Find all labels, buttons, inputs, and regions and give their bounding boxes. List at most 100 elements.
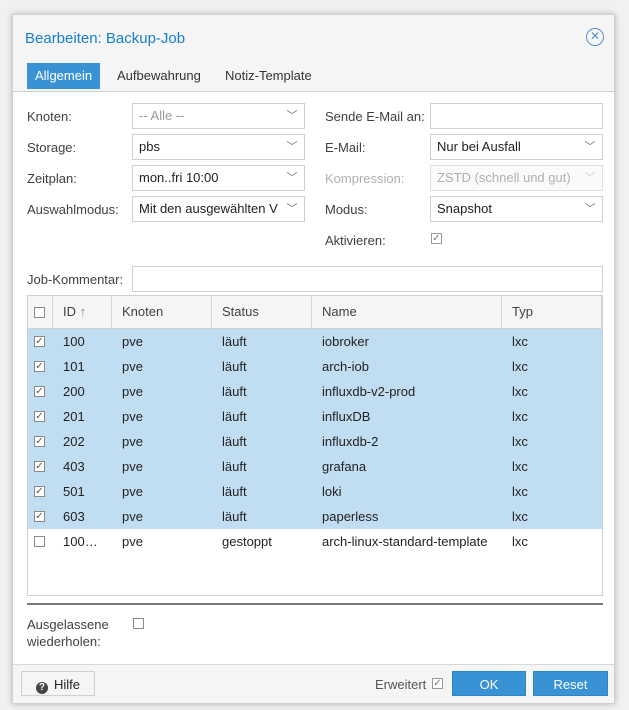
header-select-all-cell	[28, 296, 53, 328]
row-checkbox[interactable]	[34, 536, 45, 547]
cell-status: läuft	[222, 434, 247, 449]
grid-header: ID ↑ Knoten Status Name Typ	[28, 296, 602, 329]
selection-mode-label: Auswahlmodus:	[27, 202, 119, 217]
chevron-down-icon: ﹀	[578, 166, 602, 190]
cell-id: 100	[63, 334, 85, 349]
table-row[interactable]: ✓ 603 pve läuft paperless lxc	[28, 504, 602, 529]
cell-node: pve	[122, 384, 143, 399]
cell-id: 200	[63, 384, 85, 399]
cell-id: 202	[63, 434, 85, 449]
compression-select-value: ZSTD (schnell und gut)	[437, 170, 571, 185]
cell-name: grafana	[322, 459, 367, 474]
mode-select[interactable]: Snapshot ﹀	[430, 196, 603, 222]
section-divider	[27, 603, 603, 605]
cell-status: läuft	[222, 484, 247, 499]
tab-allgemein[interactable]: Allgemein	[27, 63, 101, 89]
ok-button[interactable]: OK	[452, 671, 526, 696]
column-header-node[interactable]: Knoten	[112, 296, 212, 328]
repeat-missed-label-line2: wiederholen:	[27, 634, 101, 649]
mode-select-value: Snapshot	[437, 201, 492, 216]
table-row[interactable]: ✓ 201 pve läuft influxDB lxc	[28, 404, 602, 429]
cell-type: lxc	[512, 359, 528, 374]
mode-label: Modus:	[325, 202, 368, 217]
sort-asc-icon: ↑	[79, 304, 87, 319]
cell-name: iobroker	[322, 334, 369, 349]
reset-button[interactable]: Reset	[533, 671, 608, 696]
tab-aufbewahrung[interactable]: Aufbewahrung	[109, 63, 209, 89]
row-checkbox[interactable]: ✓	[34, 361, 45, 372]
email-select-value: Nur bei Ausfall	[437, 139, 521, 154]
column-header-type[interactable]: Typ	[502, 296, 602, 328]
cell-node: pve	[122, 459, 143, 474]
column-header-status[interactable]: Status	[212, 296, 312, 328]
row-checkbox[interactable]: ✓	[34, 386, 45, 397]
chevron-down-icon[interactable]: ﹀	[280, 104, 304, 128]
row-checkbox[interactable]: ✓	[34, 511, 45, 522]
compression-select: ZSTD (schnell und gut) ﹀	[430, 165, 603, 191]
schedule-select-value: mon..fri 10:00	[139, 170, 219, 185]
cell-node: pve	[122, 509, 143, 524]
column-header-id[interactable]: ID ↑	[53, 296, 112, 328]
cell-name: paperless	[322, 509, 379, 524]
schedule-label: Zeitplan:	[27, 171, 77, 186]
table-row[interactable]: ✓ 101 pve läuft arch-iob lxc	[28, 354, 602, 379]
row-checkbox[interactable]: ✓	[34, 461, 45, 472]
chevron-down-icon[interactable]: ﹀	[280, 197, 304, 221]
node-select[interactable]: -- Alle -- ﹀	[132, 103, 305, 129]
cell-status: läuft	[222, 509, 247, 524]
chevron-down-icon[interactable]: ﹀	[280, 166, 304, 190]
node-select-value: -- Alle --	[139, 108, 185, 123]
close-icon[interactable]: ✕	[586, 28, 604, 46]
table-row[interactable]: ✓ 200 pve läuft influxdb-v2-prod lxc	[28, 379, 602, 404]
dialog-window: Bearbeiten: Backup-Job ✕ Allgemein Aufbe…	[12, 14, 615, 704]
help-button-label: Hilfe	[53, 677, 80, 692]
row-checkbox[interactable]: ✓	[34, 411, 45, 422]
cell-id: 603	[63, 509, 85, 524]
select-all-checkbox[interactable]	[34, 307, 45, 318]
column-header-id-label: ID	[63, 304, 76, 319]
comment-input[interactable]	[132, 266, 603, 292]
cell-type: lxc	[512, 459, 528, 474]
dialog-title: Bearbeiten: Backup-Job	[25, 30, 186, 47]
table-row[interactable]: ✓ 100 pve läuft iobroker lxc	[28, 329, 602, 354]
repeat-missed-label-line1: Ausgelassene	[27, 617, 109, 632]
row-checkbox[interactable]: ✓	[34, 336, 45, 347]
help-button[interactable]: ? Hilfe	[21, 671, 95, 696]
cell-type: lxc	[512, 534, 528, 549]
guest-grid: ID ↑ Knoten Status Name Typ ✓ 100 pve läuft…	[27, 295, 603, 596]
cell-status: läuft	[222, 384, 247, 399]
email-label: E-Mail:	[325, 140, 366, 155]
row-checkbox[interactable]: ✓	[34, 486, 45, 497]
advanced-checkbox[interactable]: ✓	[432, 678, 443, 689]
cell-status: läuft	[222, 359, 247, 374]
cell-id: 201	[63, 409, 85, 424]
selection-mode-select[interactable]: Mit den ausgewählten V ﹀	[132, 196, 305, 222]
chevron-down-icon[interactable]: ﹀	[578, 197, 602, 221]
cell-type: lxc	[512, 384, 528, 399]
cell-status: läuft	[222, 334, 247, 349]
chevron-down-icon[interactable]: ﹀	[578, 135, 602, 159]
row-checkbox[interactable]: ✓	[34, 436, 45, 447]
table-row[interactable]: 100… pve gestoppt arch-linux-standard-templ…	[28, 529, 602, 554]
repeat-missed-checkbox[interactable]	[133, 618, 144, 629]
node-label: Knoten:	[27, 109, 72, 124]
table-row[interactable]: ✓ 202 pve läuft influxdb-2 lxc	[28, 429, 602, 454]
mailto-input[interactable]	[430, 103, 603, 129]
chevron-down-icon[interactable]: ﹀	[280, 135, 304, 159]
email-select[interactable]: Nur bei Ausfall ﹀	[430, 134, 603, 160]
cell-node: pve	[122, 484, 143, 499]
table-row[interactable]: ✓ 501 pve läuft loki lxc	[28, 479, 602, 504]
cell-type: lxc	[512, 334, 528, 349]
compression-label: Kompression:	[325, 171, 405, 186]
storage-label: Storage:	[27, 140, 77, 155]
enable-checkbox[interactable]: ✓	[431, 233, 442, 244]
table-row[interactable]: ✓ 403 pve läuft grafana lxc	[28, 454, 602, 479]
storage-select[interactable]: pbs ﹀	[132, 134, 305, 160]
schedule-select[interactable]: mon..fri 10:00 ﹀	[132, 165, 305, 191]
tab-notiz-template[interactable]: Notiz-Template	[217, 63, 320, 89]
cell-type: lxc	[512, 484, 528, 499]
cell-type: lxc	[512, 509, 528, 524]
cell-name: influxdb-v2-prod	[322, 384, 416, 399]
cell-name: loki	[322, 484, 342, 499]
column-header-name[interactable]: Name	[312, 296, 502, 328]
